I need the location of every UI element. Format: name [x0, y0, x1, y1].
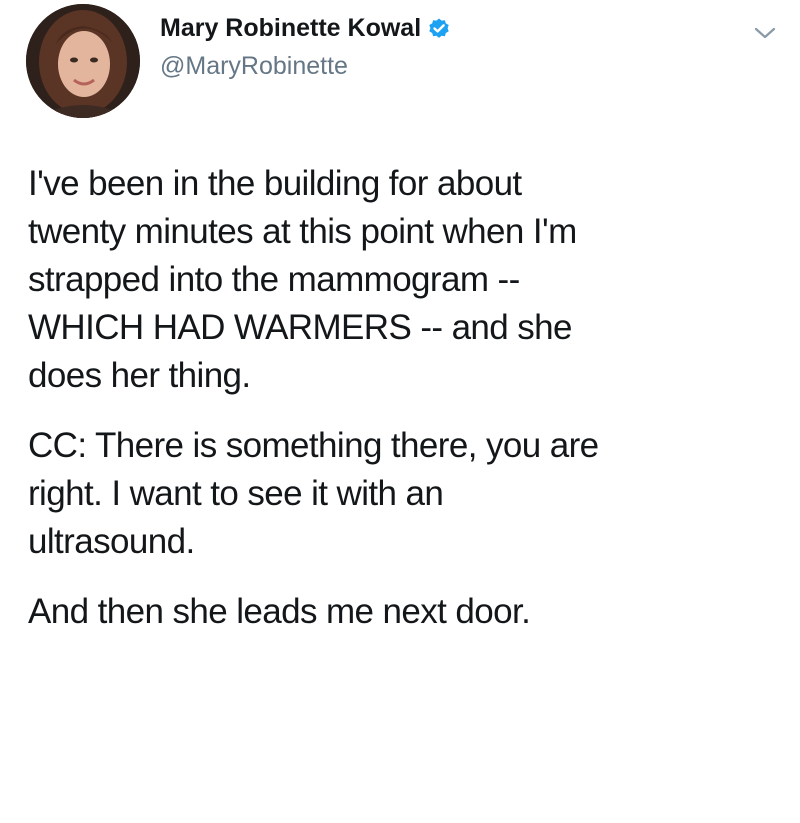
tweet-line: ultrasound. — [28, 522, 195, 561]
tweet-paragraph: CC: There is something there, you are ri… — [28, 422, 778, 566]
avatar-photo — [26, 4, 140, 118]
tweet-line: WHICH HAD WARMERS -- and she — [28, 308, 573, 347]
tweet-paragraph: And then she leads me next door. — [28, 588, 778, 636]
chevron-down-icon[interactable] — [752, 24, 778, 42]
author-name-row[interactable]: Mary Robinette Kowal — [160, 14, 451, 43]
author-display-name[interactable]: Mary Robinette Kowal — [160, 14, 421, 43]
tweet-line: I've been in the building for about — [28, 164, 522, 203]
tweet-line: CC: There is something there, you are — [28, 426, 599, 465]
avatar[interactable] — [26, 4, 140, 118]
tweet-paragraph: I've been in the building for about twen… — [28, 160, 778, 400]
author-handle[interactable]: @MaryRobinette — [160, 52, 348, 81]
verified-badge-icon — [427, 17, 451, 41]
tweet-line: right. I want to see it with an — [28, 474, 444, 513]
tweet-card: Mary Robinette Kowal @MaryRobinette I've… — [0, 0, 800, 823]
tweet-line: does her thing. — [28, 356, 251, 395]
tweet-text: I've been in the building for about twen… — [28, 160, 778, 636]
tweet-line: twenty minutes at this point when I'm — [28, 212, 577, 251]
tweet-line: And then she leads me next door. — [28, 592, 531, 631]
tweet-line: strapped into the mammogram -- — [28, 260, 520, 299]
